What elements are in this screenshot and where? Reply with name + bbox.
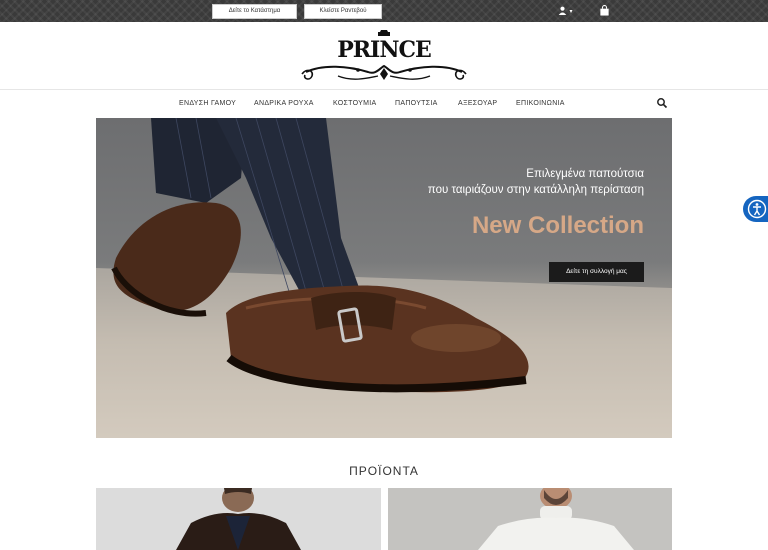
- user-icon: [558, 6, 567, 16]
- nav-item-contact[interactable]: ΕΠΙΚΟΙΝΩΝΙΑ: [516, 100, 565, 107]
- accessibility-icon: [747, 199, 767, 219]
- product-image: [96, 488, 381, 550]
- nav-item-suits[interactable]: ΚΟΣΤΟΥΜΙΑ: [333, 100, 376, 107]
- search-icon[interactable]: [656, 97, 668, 109]
- product-card-white-sweater[interactable]: [388, 488, 672, 550]
- hero-subtitle-line1: Επιλεγμένα παπούτσια: [526, 168, 644, 180]
- user-caret: ▾: [569, 9, 573, 15]
- top-bar: Δείτε το Κατάστημα Κλείστε Ραντεβού ▾: [0, 0, 768, 22]
- product-card-leather-jacket[interactable]: [96, 488, 381, 550]
- user-menu[interactable]: ▾: [558, 5, 573, 18]
- main-nav: ΕΝΔΥΣΗ ΓΑΜΟΥ ΑΝΔΡΙΚΑ ΡΟΥΧΑ ΚΟΣΤΟΥΜΙΑ ΠΑΠ…: [0, 90, 768, 118]
- shopping-bag-icon: [600, 5, 609, 16]
- product-image: [388, 488, 672, 550]
- accessibility-button[interactable]: [743, 196, 768, 222]
- cart-button[interactable]: [599, 5, 610, 19]
- hero-title: New Collection: [471, 212, 644, 239]
- nav-item-menswear[interactable]: ΑΝΔΡΙΚΑ ΡΟΥΧΑ: [254, 100, 314, 107]
- svg-text:PRINCE: PRINCE: [337, 37, 431, 63]
- view-collection-button[interactable]: Δείτε τη συλλογή μας: [549, 262, 644, 282]
- nav-item-accessories[interactable]: ΑΞΕΣΟΥΑΡ: [458, 100, 497, 107]
- prince-logo[interactable]: PRINCE: [298, 28, 470, 86]
- products-heading: ΠΡΟΪΟΝΤΑ: [349, 464, 419, 478]
- site-header: PRINCE: [0, 22, 768, 90]
- nav-item-shoes[interactable]: ΠΑΠΟΥΤΣΙΑ: [395, 100, 438, 107]
- hero-banner: Επιλεγμένα παπούτσια που ταιριάζουν στην…: [96, 118, 672, 438]
- hero-subtitle-line2: που ταιριάζουν στην κατάλληλη περίσταση: [427, 184, 644, 196]
- store-button[interactable]: Δείτε το Κατάστημα: [212, 4, 297, 19]
- appointment-button[interactable]: Κλείστε Ραντεβού: [304, 4, 382, 19]
- nav-item-wedding[interactable]: ΕΝΔΥΣΗ ΓΑΜΟΥ: [179, 100, 236, 107]
